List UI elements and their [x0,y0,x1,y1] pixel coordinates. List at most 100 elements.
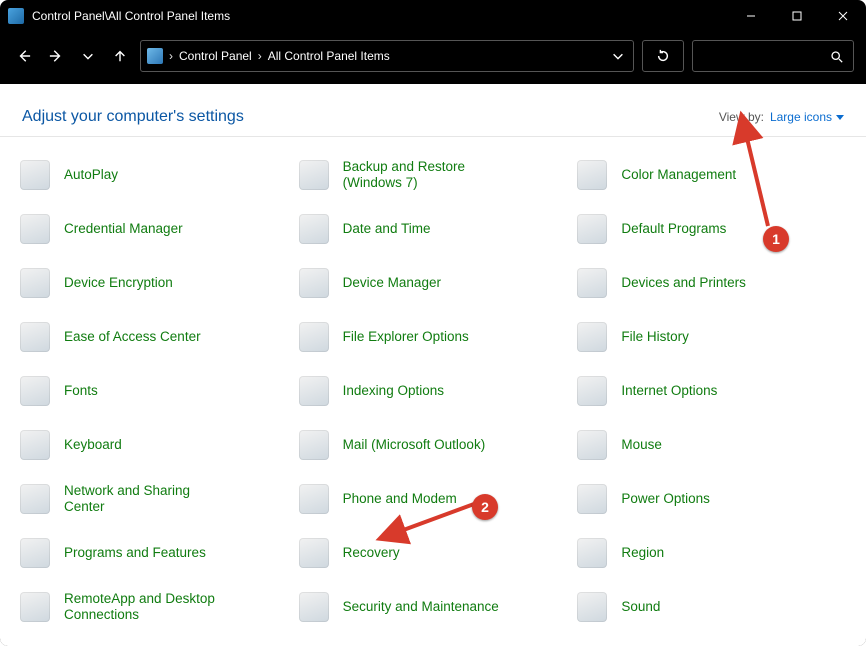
item-region-icon [575,536,609,570]
item-region-label: Region [621,545,664,561]
item-autoplay-icon [18,158,52,192]
refresh-button[interactable] [642,40,684,72]
item-phone-modem-label: Phone and Modem [343,491,457,507]
breadcrumb-all-items[interactable]: All Control Panel Items [268,49,390,63]
titlebar: Control Panel\All Control Panel Items [0,0,866,32]
breadcrumb-control-panel[interactable]: Control Panel [179,49,252,63]
minimize-button[interactable] [728,0,774,32]
item-security-maintenance-label: Security and Maintenance [343,599,499,615]
forward-button[interactable] [44,44,68,68]
item-file-explorer-options[interactable]: File Explorer Options [297,317,576,357]
item-internet-options[interactable]: Internet Options [575,371,854,411]
content-area: Adjust your computer's settings View by:… [0,84,866,646]
item-mail[interactable]: Mail (Microsoft Outlook) [297,425,576,465]
up-button[interactable] [108,44,132,68]
item-default-programs-icon [575,212,609,246]
item-date-time[interactable]: Date and Time [297,209,576,249]
divider [0,136,866,137]
item-devices-printers-label: Devices and Printers [621,275,746,291]
item-device-encryption[interactable]: Device Encryption [18,263,297,303]
item-recovery[interactable]: Recovery [297,533,576,573]
item-keyboard-label: Keyboard [64,437,122,453]
item-default-programs-label: Default Programs [621,221,726,237]
item-sound-label: Sound [621,599,660,615]
item-recovery-icon [297,536,331,570]
item-backup-restore-icon [297,158,331,192]
item-device-manager-label: Device Manager [343,275,441,291]
item-indexing-options[interactable]: Indexing Options [297,371,576,411]
item-network-sharing[interactable]: Network and Sharing Center [18,479,297,519]
item-date-time-icon [297,212,331,246]
item-ease-of-access[interactable]: Ease of Access Center [18,317,297,357]
item-autoplay-label: AutoPlay [64,167,118,183]
item-phone-modem-icon [297,482,331,516]
item-backup-restore-label: Backup and Restore (Windows 7) [343,159,465,191]
recent-locations-button[interactable] [76,44,100,68]
chevron-down-icon [836,115,844,120]
back-button[interactable] [12,44,36,68]
item-credential-manager-icon [18,212,52,246]
item-power-options-label: Power Options [621,491,710,507]
item-fonts[interactable]: Fonts [18,371,297,411]
item-security-maintenance-icon [297,590,331,624]
item-fonts-label: Fonts [64,383,98,399]
item-keyboard-icon [18,428,52,462]
item-color-management-label: Color Management [621,167,736,183]
control-panel-icon [147,48,163,64]
item-region[interactable]: Region [575,533,854,573]
item-sound[interactable]: Sound [575,587,854,627]
item-autoplay[interactable]: AutoPlay [18,155,297,195]
item-ease-of-access-icon [18,320,52,354]
item-internet-options-label: Internet Options [621,383,717,399]
close-button[interactable] [820,0,866,32]
viewby-dropdown[interactable]: Large icons [770,110,844,124]
item-color-management-icon [575,158,609,192]
item-device-manager-icon [297,266,331,300]
item-mouse-label: Mouse [621,437,662,453]
item-keyboard[interactable]: Keyboard [18,425,297,465]
item-mouse-icon [575,428,609,462]
item-network-sharing-label: Network and Sharing Center [64,483,190,515]
item-default-programs[interactable]: Default Programs [575,209,854,249]
item-devices-printers-icon [575,266,609,300]
item-mail-label: Mail (Microsoft Outlook) [343,437,486,453]
maximize-button[interactable] [774,0,820,32]
item-security-maintenance[interactable]: Security and Maintenance [297,587,576,627]
item-ease-of-access-label: Ease of Access Center [64,329,201,345]
item-recovery-label: Recovery [343,545,400,561]
item-programs-features-icon [18,536,52,570]
item-indexing-options-label: Indexing Options [343,383,444,399]
item-file-history[interactable]: File History [575,317,854,357]
item-file-history-icon [575,320,609,354]
content-scroll[interactable]: Adjust your computer's settings View by:… [0,84,866,646]
item-backup-restore[interactable]: Backup and Restore (Windows 7) [297,155,576,195]
app-icon [8,8,24,24]
item-internet-options-icon [575,374,609,408]
item-sound-icon [575,590,609,624]
search-box[interactable] [692,40,854,72]
item-device-encryption-icon [18,266,52,300]
search-icon [830,50,843,63]
item-mail-icon [297,428,331,462]
window-title: Control Panel\All Control Panel Items [32,9,230,23]
item-remoteapp-icon [18,590,52,624]
address-bar[interactable]: › Control Panel › All Control Panel Item… [140,40,634,72]
window: Control Panel\All Control Panel Items › … [0,0,866,646]
item-remoteapp-label: RemoteApp and Desktop Connections [64,591,215,623]
item-power-options-icon [575,482,609,516]
item-credential-manager[interactable]: Credential Manager [18,209,297,249]
item-file-explorer-options-icon [297,320,331,354]
item-phone-modem[interactable]: Phone and Modem [297,479,576,519]
viewby-label: View by: [719,110,764,124]
item-power-options[interactable]: Power Options [575,479,854,519]
items-grid: AutoPlay Backup and Restore (Windows 7) Co… [0,155,866,627]
item-device-manager[interactable]: Device Manager [297,263,576,303]
item-remoteapp[interactable]: RemoteApp and Desktop Connections [18,587,297,627]
item-device-encryption-label: Device Encryption [64,275,173,291]
item-mouse[interactable]: Mouse [575,425,854,465]
item-devices-printers[interactable]: Devices and Printers [575,263,854,303]
address-history-button[interactable] [609,44,627,68]
item-programs-features[interactable]: Programs and Features [18,533,297,573]
item-color-management[interactable]: Color Management [575,155,854,195]
item-network-sharing-icon [18,482,52,516]
